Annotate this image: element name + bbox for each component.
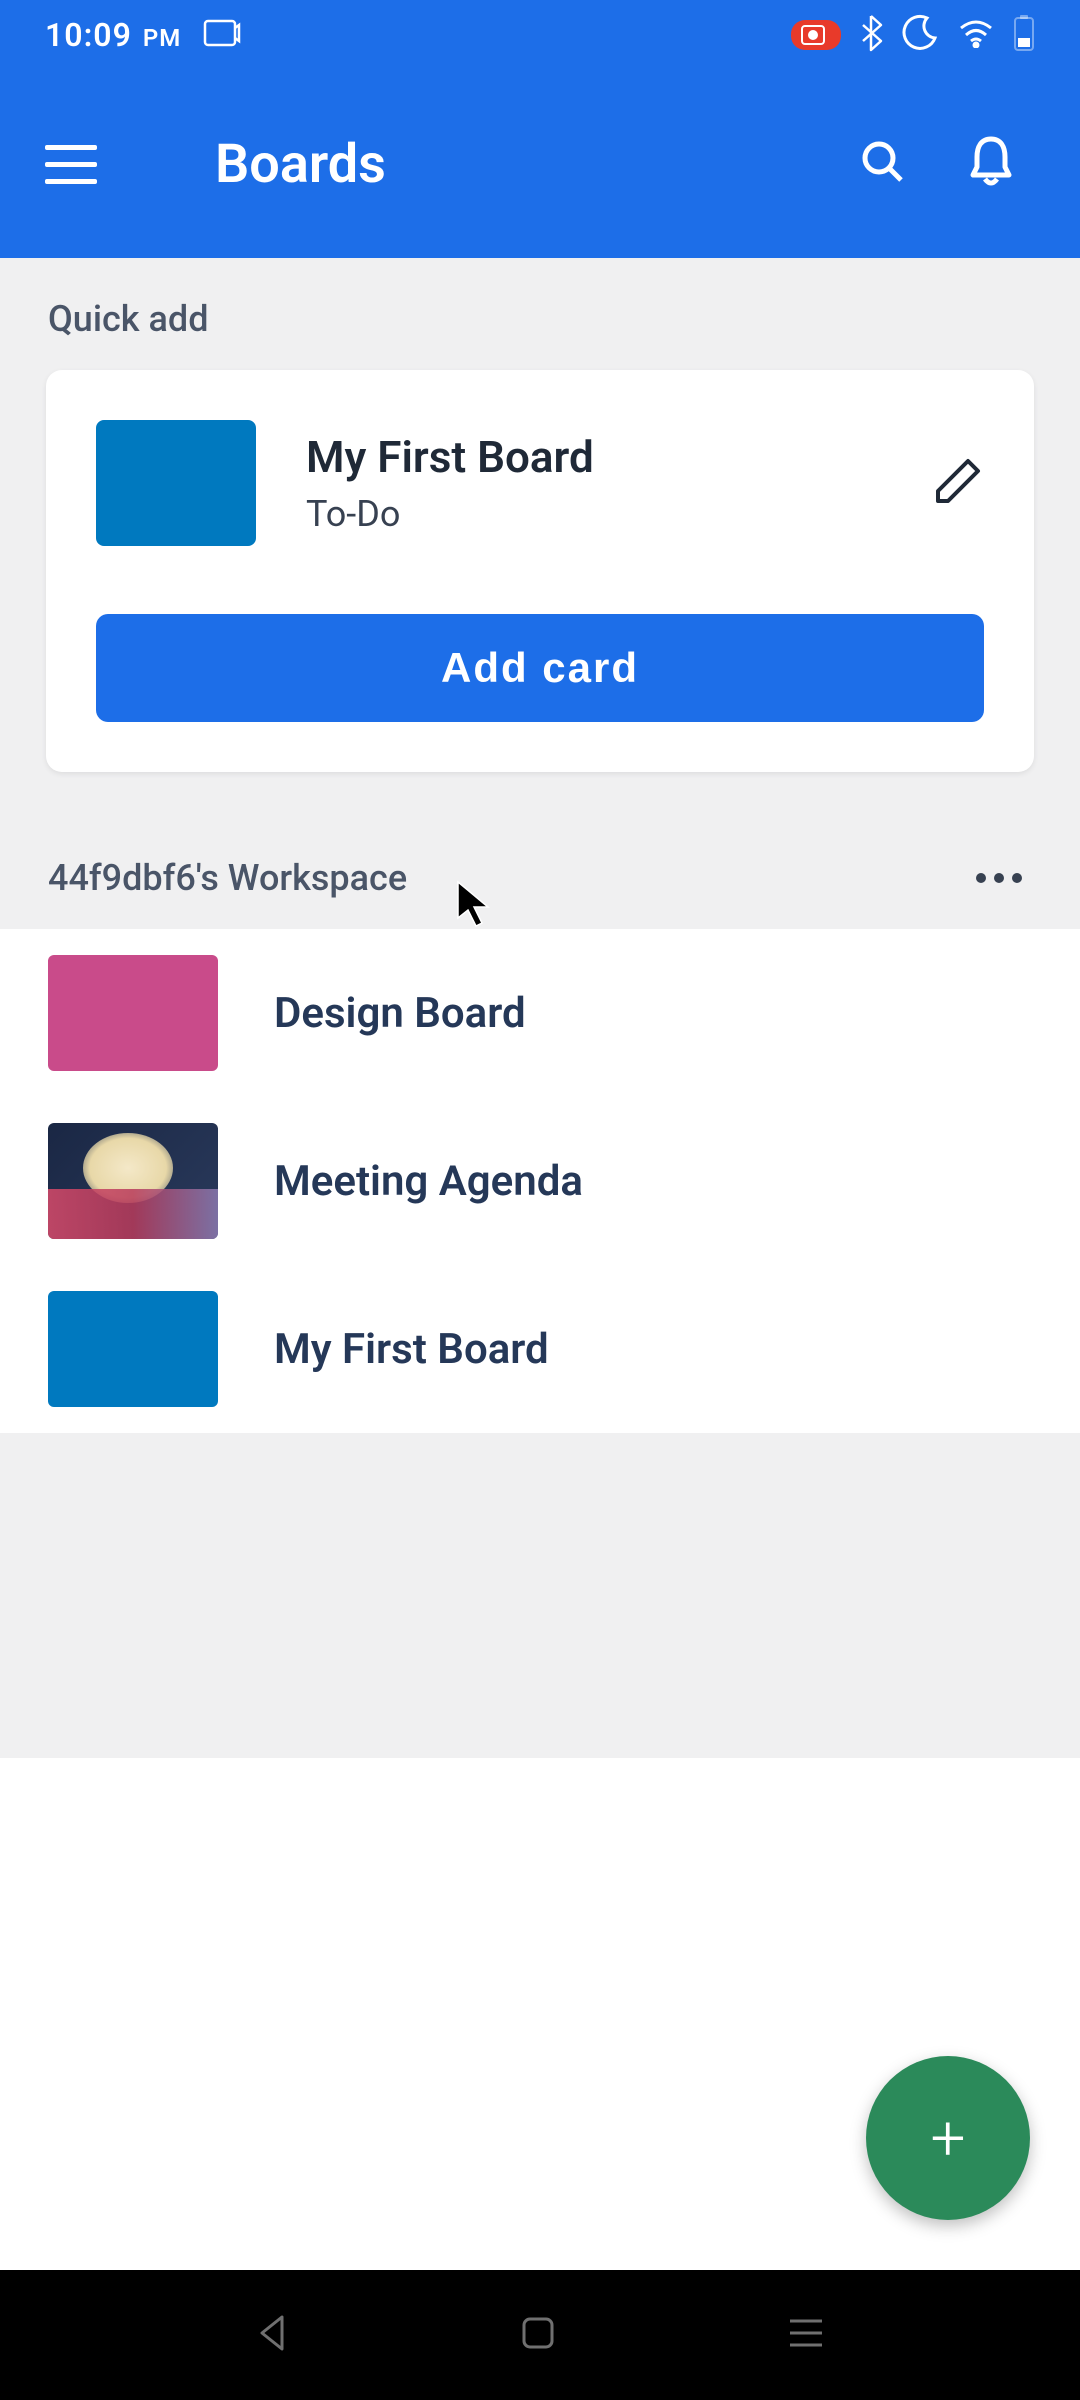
workspace-header: 44f9dbf6's Workspace (0, 772, 1080, 929)
board-item-design[interactable]: Design Board (0, 929, 1080, 1097)
menu-button[interactable] (45, 134, 105, 194)
page-title: Boards (215, 133, 859, 196)
quick-add-label: Quick add (0, 258, 1080, 370)
status-right (791, 14, 1035, 56)
app-bar: Boards (0, 70, 1080, 258)
edit-button[interactable] (932, 455, 984, 511)
bluetooth-icon (859, 14, 883, 56)
quick-add-board-thumb (96, 420, 256, 546)
board-list: Design Board Meeting Agenda My First Boa… (0, 929, 1080, 1433)
workspace-more-button[interactable] (976, 873, 1032, 883)
board-thumb (48, 955, 218, 1071)
cast-icon (203, 19, 241, 51)
screen-record-icon (791, 20, 841, 50)
battery-icon (1013, 14, 1035, 56)
nav-back-button[interactable] (254, 2313, 290, 2357)
notifications-button[interactable] (967, 135, 1015, 193)
board-thumb (48, 1123, 218, 1239)
status-left: 10:09 PM (45, 16, 241, 54)
quick-add-text: My First Board To-Do (306, 431, 882, 535)
board-name: Meeting Agenda (274, 1157, 583, 1206)
quick-add-list-name: To-Do (306, 493, 882, 535)
app-bar-actions (859, 135, 1035, 193)
status-time-period: PM (136, 24, 181, 52)
wifi-icon (957, 18, 995, 52)
dnd-icon (901, 14, 939, 56)
status-time-value: 10:09 (45, 16, 132, 54)
board-item-first[interactable]: My First Board (0, 1265, 1080, 1433)
board-name: Design Board (274, 989, 526, 1038)
status-bar: 10:09 PM (0, 0, 1080, 70)
status-time: 10:09 PM (45, 16, 181, 54)
nav-recents-button[interactable] (786, 2317, 826, 2353)
board-thumb (48, 1291, 218, 1407)
nav-home-button[interactable] (518, 2313, 558, 2357)
quick-add-card: My First Board To-Do Add card (46, 370, 1034, 772)
workspace-name[interactable]: 44f9dbf6's Workspace (48, 857, 407, 899)
system-nav-bar (0, 2270, 1080, 2400)
board-item-meeting[interactable]: Meeting Agenda (0, 1097, 1080, 1265)
quick-add-header[interactable]: My First Board To-Do (96, 420, 984, 546)
add-card-button[interactable]: Add card (96, 614, 984, 722)
quick-add-board-name: My First Board (306, 431, 882, 483)
create-fab[interactable]: + (866, 2056, 1030, 2220)
search-button[interactable] (859, 138, 907, 190)
board-name: My First Board (274, 1325, 549, 1374)
content: Quick add My First Board To-Do Add card … (0, 258, 1080, 1758)
plus-icon: + (930, 2102, 965, 2175)
